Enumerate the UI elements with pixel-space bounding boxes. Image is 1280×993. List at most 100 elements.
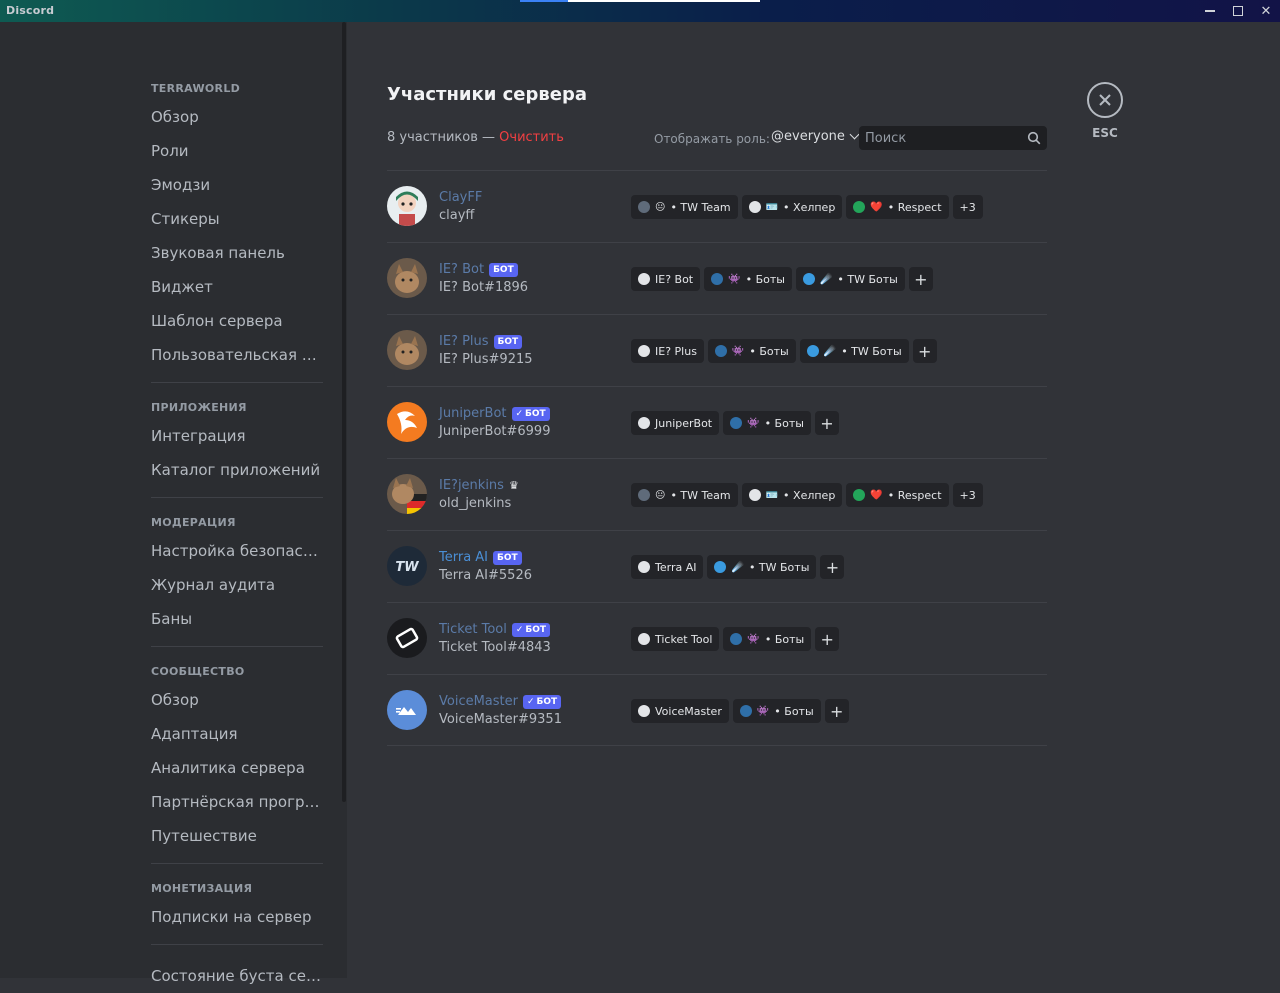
role-pill[interactable]: ☄️ • TW Боты: [707, 555, 817, 579]
add-role-button[interactable]: +: [912, 339, 937, 363]
member-display-name[interactable]: JuniperBot ✓ БОТ: [439, 406, 550, 421]
sidebar-item[interactable]: Состояние буста сервера: [141, 959, 323, 993]
update-progress-bar: [520, 0, 760, 2]
avatar[interactable]: [387, 618, 427, 658]
member-name[interactable]: JuniperBot: [439, 406, 507, 421]
search-box[interactable]: [859, 126, 1047, 150]
sidebar-item[interactable]: Партнёрская програм...: [141, 785, 323, 819]
role-pill[interactable]: 😐 • TW Team: [631, 483, 738, 507]
role-pill[interactable]: 😐 • TW Team: [631, 195, 738, 219]
role-pill[interactable]: ☄️ • TW Боты: [795, 267, 905, 291]
add-role-button[interactable]: +: [814, 411, 839, 435]
member-row[interactable]: Ticket Tool ✓ БОТ Ticket Tool#4843 Ticket To…: [387, 602, 1047, 674]
role-pill[interactable]: ❤️ • Respect: [846, 195, 949, 219]
sidebar-item[interactable]: Каталог приложений: [141, 453, 323, 487]
add-role-button[interactable]: +: [815, 627, 840, 651]
clear-filter-link[interactable]: Очистить: [499, 130, 564, 145]
member-display-name[interactable]: Ticket Tool ✓ БОТ: [439, 622, 551, 637]
avatar[interactable]: [387, 258, 427, 298]
more-roles-button[interactable]: +3: [952, 483, 983, 507]
sidebar-item[interactable]: Роли: [141, 134, 323, 168]
role-pill[interactable]: IE? Plus: [631, 339, 704, 363]
more-roles-button[interactable]: +3: [952, 195, 983, 219]
role-color-dot: [806, 345, 819, 357]
sidebar-item[interactable]: Виджет: [141, 270, 323, 304]
avatar[interactable]: TW: [387, 546, 427, 586]
member-row[interactable]: IE?jenkins ♛ old_jenkins 😐 • TW Team 🪪 • Хелпе…: [387, 458, 1047, 530]
sidebar-item[interactable]: Настройка безопасно...: [141, 534, 323, 568]
sidebar-item[interactable]: Пользовательская сс...: [141, 338, 323, 372]
role-label: IE? Plus: [655, 344, 697, 358]
role-pill[interactable]: IE? Bot: [631, 267, 701, 291]
sidebar-item[interactable]: Шаблон сервера: [141, 304, 323, 338]
role-pill[interactable]: 👾 • Боты: [723, 411, 811, 435]
sidebar-item[interactable]: Интеграция: [141, 419, 323, 453]
member-name[interactable]: Terra AI: [439, 550, 488, 565]
member-display-name[interactable]: ClayFF: [439, 190, 482, 205]
close-settings-button[interactable]: [1087, 82, 1123, 118]
role-pill[interactable]: Terra AI: [631, 555, 704, 579]
role-pill[interactable]: 👾 • Боты: [704, 267, 792, 291]
sidebar-item[interactable]: Обзор: [141, 100, 323, 134]
member-name[interactable]: Ticket Tool: [439, 622, 507, 637]
sidebar-item[interactable]: Звуковая панель: [141, 236, 323, 270]
avatar[interactable]: [387, 402, 427, 442]
role-filter-dropdown[interactable]: @everyone: [771, 129, 860, 144]
sidebar-item[interactable]: Журнал аудита: [141, 568, 323, 602]
member-row[interactable]: IE? Bot БОТ IE? Bot#1896 IE? Bot 👾 • Боты ☄️ • …: [387, 242, 1047, 314]
member-display-name[interactable]: IE?jenkins ♛: [439, 478, 519, 493]
member-name[interactable]: VoiceMaster: [439, 694, 518, 709]
sidebar-item[interactable]: Обзор: [141, 683, 323, 717]
avatar[interactable]: [387, 186, 427, 226]
member-row[interactable]: ClayFF clayff 😐 • TW Team 🪪 • Хелпер ❤️ • Respe…: [387, 170, 1047, 242]
member-row[interactable]: TW Terra AI БОТ Terra AI#5526 Terra AI ☄️ • TW…: [387, 530, 1047, 602]
member-display-name[interactable]: Terra AI БОТ: [439, 550, 522, 565]
member-username: JuniperBot#6999: [439, 424, 551, 439]
sidebar-item[interactable]: Эмодзи: [141, 168, 323, 202]
plus-icon: +: [825, 557, 840, 577]
member-name[interactable]: IE?jenkins: [439, 478, 504, 493]
member-row[interactable]: IE? Plus БОТ IE? Plus#9215 IE? Plus 👾 • Боты ☄…: [387, 314, 1047, 386]
member-username: Terra AI#5526: [439, 568, 532, 583]
add-role-button[interactable]: +: [824, 699, 849, 723]
member-row[interactable]: JuniperBot ✓ БОТ JuniperBot#6999 JuniperBot 👾…: [387, 386, 1047, 458]
member-display-name[interactable]: IE? Bot БОТ: [439, 262, 518, 277]
sidebar-item[interactable]: Стикеры: [141, 202, 323, 236]
member-row[interactable]: VoiceMaster ✓ БОТ VoiceMaster#9351 VoiceMast…: [387, 674, 1047, 746]
role-pill[interactable]: JuniperBot: [631, 411, 720, 435]
sidebar-item[interactable]: Баны: [141, 602, 323, 636]
member-roles: 😐 • TW Team 🪪 • Хелпер ❤️ • Respect +3: [631, 195, 983, 219]
sidebar-item[interactable]: Аналитика сервера: [141, 751, 323, 785]
role-pill[interactable]: Ticket Tool: [631, 627, 720, 651]
member-name[interactable]: ClayFF: [439, 190, 482, 205]
role-pill[interactable]: 🪪 • Хелпер: [741, 483, 843, 507]
window-titlebar: Discord ✕: [0, 0, 1280, 22]
sidebar-item[interactable]: Адаптация: [141, 717, 323, 751]
member-name[interactable]: IE? Plus: [439, 334, 489, 349]
member-roles: JuniperBot 👾 • Боты +: [631, 411, 839, 435]
window-close-button[interactable]: ✕: [1250, 0, 1280, 22]
role-pill[interactable]: 🪪 • Хелпер: [741, 195, 843, 219]
role-pill[interactable]: 👾 • Боты: [707, 339, 796, 363]
avatar[interactable]: [387, 690, 427, 730]
member-display-name[interactable]: IE? Plus БОТ: [439, 334, 523, 349]
role-label: • TW Team: [670, 488, 731, 502]
search-input[interactable]: [865, 129, 1015, 147]
role-pill[interactable]: 👾 • Боты: [732, 699, 821, 723]
add-role-button[interactable]: +: [908, 267, 933, 291]
role-emoji-icon: 👾: [747, 417, 760, 429]
role-pill[interactable]: VoiceMaster: [631, 699, 729, 723]
sidebar-item[interactable]: Путешествие: [141, 819, 323, 853]
member-name[interactable]: IE? Bot: [439, 262, 484, 277]
role-pill[interactable]: ❤️ • Respect: [846, 483, 949, 507]
role-pill[interactable]: 👾 • Боты: [723, 627, 812, 651]
member-display-name[interactable]: VoiceMaster ✓ БОТ: [439, 694, 562, 709]
role-pill[interactable]: ☄️ • TW Боты: [799, 339, 909, 363]
sidebar-scrollbar[interactable]: [342, 22, 346, 802]
role-emoji-icon: 👾: [756, 705, 770, 717]
sidebar-item[interactable]: Подписки на сервер: [141, 900, 323, 934]
avatar[interactable]: [387, 330, 427, 370]
role-color-dot: [748, 489, 761, 501]
avatar[interactable]: [387, 474, 427, 514]
add-role-button[interactable]: +: [820, 555, 845, 579]
